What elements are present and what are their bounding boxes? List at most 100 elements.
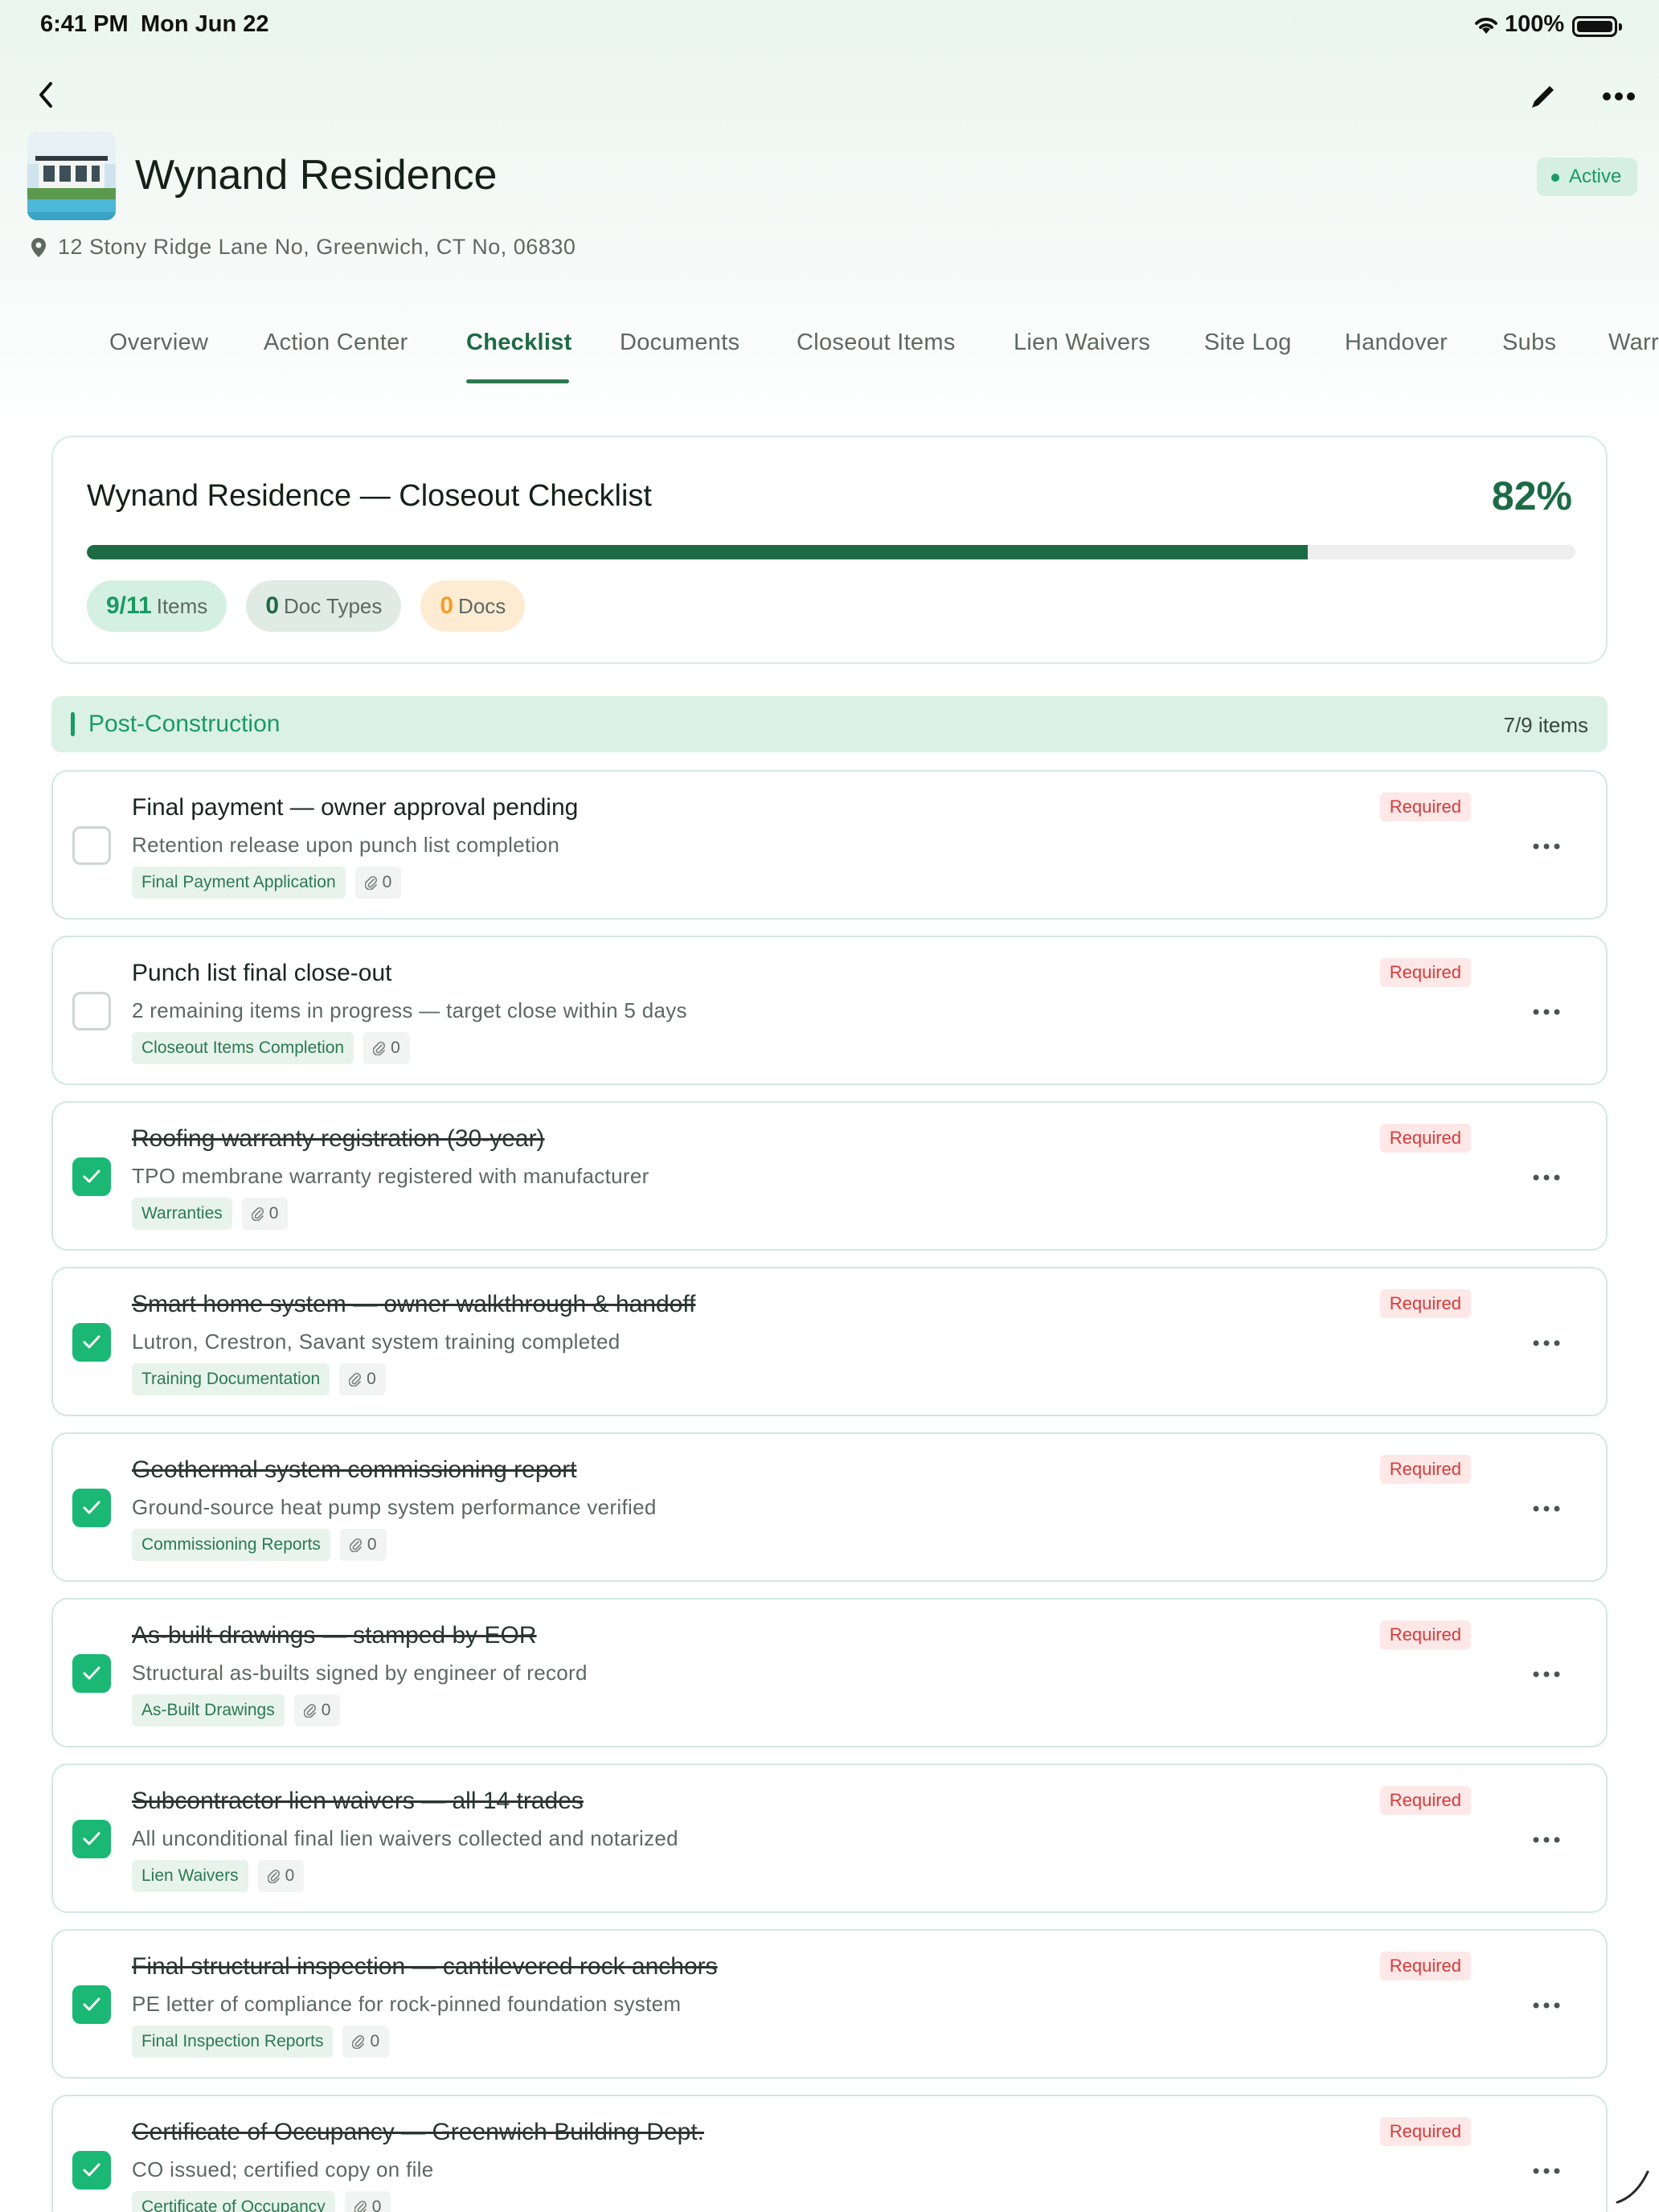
doc-type-tag[interactable]: Lien Waivers bbox=[132, 1860, 248, 1892]
required-badge: Required bbox=[1379, 2117, 1471, 2146]
required-badge: Required bbox=[1379, 1455, 1471, 1484]
item-more-button[interactable] bbox=[1527, 1165, 1566, 1190]
tab-site-log[interactable]: Site Log bbox=[1204, 330, 1292, 356]
item-title: Geothermal system commissioning report bbox=[132, 1456, 577, 1483]
attachment-count-value: 0 bbox=[370, 2032, 380, 2050]
docs-chip[interactable]: 0 Docs bbox=[420, 580, 526, 632]
item-more-button[interactable] bbox=[1527, 1331, 1566, 1355]
progress-bar bbox=[87, 545, 1575, 559]
paperclip-icon bbox=[373, 1041, 386, 1055]
tab-action-center[interactable]: Action Center bbox=[264, 330, 408, 356]
back-button[interactable] bbox=[27, 77, 63, 113]
checklist-item[interactable]: Smart home system — owner walkthrough & … bbox=[51, 1267, 1608, 1416]
item-checkbox[interactable] bbox=[72, 1323, 111, 1362]
attachment-count[interactable]: 0 bbox=[339, 1529, 387, 1561]
item-checkbox[interactable] bbox=[72, 2151, 111, 2189]
doc-type-tag[interactable]: Training Documentation bbox=[132, 1363, 330, 1395]
checklist-item[interactable]: Roofing warranty registration (30-year) T… bbox=[51, 1101, 1608, 1251]
item-title: Final structural inspection — cantilever… bbox=[132, 1953, 718, 1980]
attachment-count[interactable]: 0 bbox=[344, 2191, 391, 2212]
item-more-button[interactable] bbox=[1527, 1828, 1566, 1852]
house-photo-icon bbox=[27, 132, 116, 220]
attachment-count[interactable]: 0 bbox=[241, 1198, 289, 1230]
doc-type-tag[interactable]: Certificate of Occupancy bbox=[132, 2191, 335, 2212]
attachment-count-value: 0 bbox=[391, 1038, 400, 1057]
checkmark-icon bbox=[83, 1169, 100, 1183]
item-more-button[interactable] bbox=[1527, 1993, 1566, 2017]
attachment-count[interactable]: 0 bbox=[342, 2026, 390, 2058]
item-checkbox[interactable] bbox=[72, 1654, 111, 1693]
items-chip-label: Items bbox=[156, 594, 208, 618]
checklist-item[interactable]: Certificate of Occupancy — Greenwich Bui… bbox=[51, 2095, 1608, 2212]
item-more-button[interactable] bbox=[1527, 1497, 1566, 1521]
attachment-count-value: 0 bbox=[371, 2198, 382, 2212]
item-checkbox[interactable] bbox=[72, 1820, 111, 1858]
ellipsis-icon bbox=[1533, 843, 1560, 850]
items-chip-value: 9/11 bbox=[106, 592, 152, 619]
checklist-item[interactable]: Final payment — owner approval pending Re… bbox=[51, 770, 1608, 920]
checklist-item[interactable]: Geothermal system commissioning report Gr… bbox=[51, 1432, 1608, 1582]
item-more-button[interactable] bbox=[1527, 2159, 1566, 2183]
doc-type-tag[interactable]: Final Payment Application bbox=[132, 866, 346, 899]
active-tab-indicator bbox=[466, 379, 569, 383]
doc-type-tag[interactable]: Warranties bbox=[132, 1198, 232, 1230]
doc-type-tag[interactable]: As-Built Drawings bbox=[132, 1694, 285, 1727]
item-checkbox[interactable] bbox=[72, 1157, 111, 1196]
doc-types-chip[interactable]: 0 Doc Types bbox=[246, 580, 402, 632]
checkmark-icon bbox=[83, 1501, 100, 1514]
item-checkbox[interactable] bbox=[72, 992, 111, 1030]
checklist-item[interactable]: As-built drawings — stamped by EOR Struct… bbox=[51, 1598, 1608, 1747]
doc-type-tag[interactable]: Final Inspection Reports bbox=[132, 2026, 334, 2058]
item-tags: Training Documentation 0 bbox=[132, 1363, 386, 1395]
item-more-button[interactable] bbox=[1527, 834, 1566, 858]
edit-button[interactable] bbox=[1524, 77, 1563, 116]
checklist-item[interactable]: Final structural inspection — cantilever… bbox=[51, 1929, 1608, 2079]
scroll-indicator-icon bbox=[1616, 2170, 1649, 2204]
tab-lien-waivers[interactable]: Lien Waivers bbox=[1014, 330, 1150, 356]
item-checkbox[interactable] bbox=[72, 826, 111, 865]
tab-overview[interactable]: Overview bbox=[109, 330, 208, 356]
item-checkbox[interactable] bbox=[72, 1985, 111, 2024]
paperclip-icon bbox=[251, 1206, 264, 1221]
checkmark-icon bbox=[83, 1997, 100, 2011]
tab-handover[interactable]: Handover bbox=[1345, 330, 1448, 356]
paperclip-icon bbox=[267, 1869, 280, 1883]
tab-documents[interactable]: Documents bbox=[620, 330, 739, 356]
tab-checklist[interactable]: Checklist bbox=[466, 330, 572, 356]
checkmark-icon bbox=[83, 1335, 100, 1349]
item-more-button[interactable] bbox=[1527, 1662, 1566, 1686]
items-chip[interactable]: 9/11 Items bbox=[87, 580, 227, 632]
tab-closeout-items[interactable]: Closeout Items bbox=[797, 330, 956, 356]
item-description: Structural as-builts signed by engineer … bbox=[132, 1661, 588, 1685]
required-badge: Required bbox=[1379, 958, 1471, 987]
checkmark-icon bbox=[83, 2163, 100, 2177]
project-address: 12 Stony Ridge Lane No, Greenwich, CT No… bbox=[31, 235, 576, 260]
item-description: All unconditional final lien waivers col… bbox=[132, 1826, 678, 1850]
checklist-item[interactable]: Subcontractor lien waivers — all 14 trad… bbox=[51, 1763, 1608, 1913]
doc-type-tag[interactable]: Closeout Items Completion bbox=[132, 1032, 354, 1064]
doc-type-tag[interactable]: Commissioning Reports bbox=[132, 1529, 330, 1561]
summary-title: Wynand Residence — Closeout Checklist bbox=[87, 479, 652, 513]
ellipsis-icon bbox=[1533, 2002, 1560, 2009]
summary-chips: 9/11 Items 0 Doc Types 0 Docs bbox=[87, 580, 526, 632]
item-more-button[interactable] bbox=[1527, 1000, 1566, 1024]
attachment-count[interactable]: 0 bbox=[293, 1694, 341, 1727]
item-description: Lutron, Crestron, Savant system training… bbox=[132, 1329, 621, 1354]
tab-subs[interactable]: Subs bbox=[1502, 330, 1556, 356]
pencil-icon bbox=[1532, 86, 1554, 108]
section-title: Post-Construction bbox=[88, 711, 281, 737]
attachment-count[interactable]: 0 bbox=[257, 1860, 305, 1892]
attachment-count-value: 0 bbox=[268, 1204, 279, 1223]
attachment-count[interactable]: 0 bbox=[339, 1363, 386, 1395]
battery-percent: 100% bbox=[1505, 11, 1565, 37]
more-options-button[interactable] bbox=[1600, 77, 1638, 116]
checklist-item[interactable]: Punch list final close-out 2 remaining it… bbox=[51, 936, 1608, 1085]
attachment-count[interactable]: 0 bbox=[354, 866, 402, 899]
tab-warranties[interactable]: Warr bbox=[1608, 330, 1659, 356]
section-header-post-construction[interactable]: Post-Construction 7/9 items bbox=[51, 696, 1608, 752]
item-description: 2 remaining items in progress — target c… bbox=[132, 998, 687, 1022]
item-tags: Commissioning Reports 0 bbox=[132, 1529, 387, 1561]
item-tags: Final Inspection Reports 0 bbox=[132, 2026, 390, 2058]
attachment-count[interactable]: 0 bbox=[363, 1032, 410, 1064]
item-checkbox[interactable] bbox=[72, 1489, 111, 1527]
